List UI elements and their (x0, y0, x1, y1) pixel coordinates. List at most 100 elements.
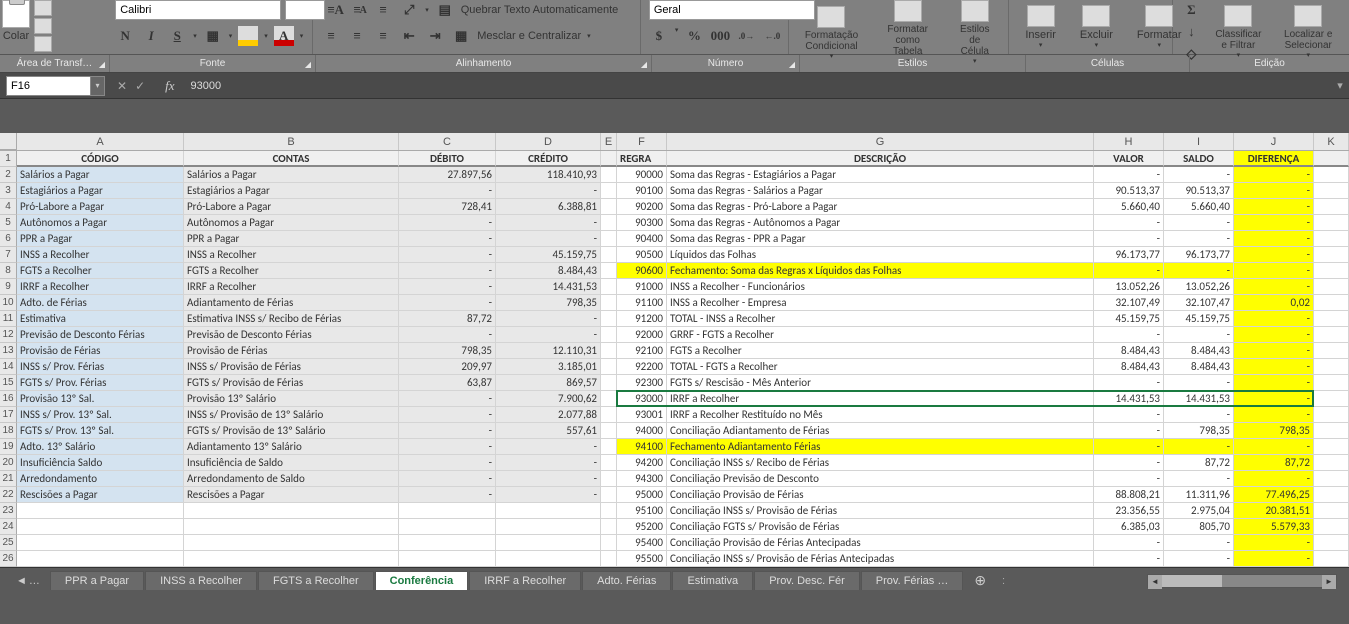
cell[interactable] (601, 407, 617, 423)
cell[interactable]: - (1234, 359, 1314, 375)
cell[interactable]: FGTS a Recolher (667, 343, 1094, 359)
cell[interactable]: - (1234, 535, 1314, 551)
cell[interactable]: 96.173,77 (1094, 247, 1164, 263)
border-icon[interactable]: ▦ (203, 26, 223, 46)
cell[interactable]: FGTS s/ Rescisão - Mês Anterior (667, 375, 1094, 391)
cell[interactable]: Estagiários a Pagar (17, 183, 184, 199)
wrap-text-icon[interactable]: ▤ (435, 0, 455, 20)
row-header-8[interactable]: 8 (0, 263, 17, 279)
cell[interactable]: 90400 (617, 231, 667, 247)
cell[interactable] (1314, 391, 1349, 407)
row-header-4[interactable]: 4 (0, 199, 17, 215)
sheet-tab[interactable]: Conferência (375, 571, 469, 590)
cell[interactable] (1314, 375, 1349, 391)
row-header-22[interactable]: 22 (0, 487, 17, 503)
conditional-format-button[interactable]: Formatação Condicional ▾ (797, 6, 866, 60)
cell[interactable]: DÉBITO (399, 151, 496, 167)
increase-decimal-icon[interactable]: .0→ (736, 26, 756, 46)
cell[interactable]: Soma das Regras - Autônomos a Pagar (667, 215, 1094, 231)
cell[interactable]: - (1234, 231, 1314, 247)
cell[interactable] (1314, 343, 1349, 359)
cell[interactable] (399, 551, 496, 567)
cell[interactable]: Adiantamento 13º Salário (184, 439, 399, 455)
cell[interactable]: Soma das Regras - Estagiários a Pagar (667, 167, 1094, 183)
cell[interactable]: 87,72 (1164, 455, 1234, 471)
cell[interactable]: 557,61 (496, 423, 601, 439)
formula-input[interactable] (183, 76, 1331, 96)
format-painter-icon[interactable] (34, 36, 52, 52)
cell[interactable]: - (1164, 231, 1234, 247)
row-header-17[interactable]: 17 (0, 407, 17, 423)
cell[interactable]: - (1094, 471, 1164, 487)
cells-area[interactable]: CÓDIGOCONTASDÉBITOCRÉDITOREGRADESCRIÇÃOV… (17, 151, 1349, 567)
cell[interactable]: INSS a Recolher - Funcionários (667, 279, 1094, 295)
cell[interactable]: 8.484,43 (1164, 359, 1234, 375)
cell[interactable]: - (496, 311, 601, 327)
cell[interactable]: 798,35 (1234, 423, 1314, 439)
cell[interactable] (1314, 327, 1349, 343)
cell[interactable] (601, 327, 617, 343)
comma-icon[interactable]: 000 (710, 26, 730, 46)
fill-color-icon[interactable] (238, 26, 258, 46)
font-launcher[interactable]: ◢ (303, 60, 313, 70)
wrap-text-label[interactable]: Quebrar Texto Automaticamente (461, 4, 619, 16)
cell[interactable]: CONTAS (184, 151, 399, 167)
cell[interactable]: 2.975,04 (1164, 503, 1234, 519)
cell[interactable]: - (1094, 455, 1164, 471)
cell[interactable] (601, 359, 617, 375)
cell[interactable]: Previsão de Desconto Férias (17, 327, 184, 343)
cell[interactable]: 94300 (617, 471, 667, 487)
cell[interactable]: INSS s/ Prov. Férias (17, 359, 184, 375)
cell[interactable] (1314, 423, 1349, 439)
cell[interactable]: - (1234, 279, 1314, 295)
cell[interactable]: 90.513,37 (1164, 183, 1234, 199)
cell[interactable]: FGTS s/ Prov. Férias (17, 375, 184, 391)
cell[interactable]: 8.484,43 (496, 263, 601, 279)
fx-label[interactable]: fx (157, 78, 182, 94)
cell[interactable]: Soma das Regras - Pró-Labore a Pagar (667, 199, 1094, 215)
cell[interactable]: 45.159,75 (496, 247, 601, 263)
cell[interactable]: 5.579,33 (1234, 519, 1314, 535)
cell[interactable]: Adiantamento de Férias (184, 295, 399, 311)
cell[interactable] (399, 503, 496, 519)
cell[interactable]: 77.496,25 (1234, 487, 1314, 503)
cell[interactable]: - (1234, 215, 1314, 231)
cell[interactable]: Conciliação Previsão de Desconto (667, 471, 1094, 487)
autosum-icon[interactable]: Σ (1181, 0, 1201, 20)
cell[interactable] (184, 535, 399, 551)
cell[interactable] (399, 519, 496, 535)
cell[interactable]: - (1234, 551, 1314, 567)
cell[interactable]: 27.897,56 (399, 167, 496, 183)
cell[interactable] (496, 503, 601, 519)
cell[interactable]: 728,41 (399, 199, 496, 215)
cell[interactable]: - (1164, 263, 1234, 279)
accept-formula-icon[interactable]: ✓ (135, 79, 145, 93)
bold-button[interactable]: N (115, 26, 135, 46)
cell[interactable]: - (1094, 407, 1164, 423)
cell[interactable]: 90.513,37 (1094, 183, 1164, 199)
cell[interactable] (1314, 231, 1349, 247)
cell[interactable]: - (1094, 423, 1164, 439)
cell[interactable]: INSS s/ Provisão de Férias (184, 359, 399, 375)
cell[interactable]: 93001 (617, 407, 667, 423)
cell[interactable]: 13.052,26 (1164, 279, 1234, 295)
cell[interactable] (601, 471, 617, 487)
sheet-tab[interactable]: FGTS a Recolher (258, 571, 374, 590)
row-header-5[interactable]: 5 (0, 215, 17, 231)
merge-icon[interactable]: ▦ (451, 26, 471, 46)
row-header-9[interactable]: 9 (0, 279, 17, 295)
cell[interactable]: Insuficiência de Saldo (184, 455, 399, 471)
cell[interactable]: Rescisões a Pagar (184, 487, 399, 503)
cell[interactable]: Conciliação INSS s/ Provisão de Férias A… (667, 551, 1094, 567)
cell[interactable]: 87,72 (1234, 455, 1314, 471)
cell[interactable]: 11.311,96 (1164, 487, 1234, 503)
cell[interactable] (601, 247, 617, 263)
cell[interactable] (601, 343, 617, 359)
cell[interactable]: - (1234, 343, 1314, 359)
cell[interactable]: - (1094, 439, 1164, 455)
cell[interactable]: 798,35 (1164, 423, 1234, 439)
cell[interactable]: TOTAL - INSS a Recolher (667, 311, 1094, 327)
underline-button[interactable]: S (167, 26, 187, 46)
column-header-I[interactable]: I (1164, 133, 1234, 150)
cell[interactable]: 209,97 (399, 359, 496, 375)
